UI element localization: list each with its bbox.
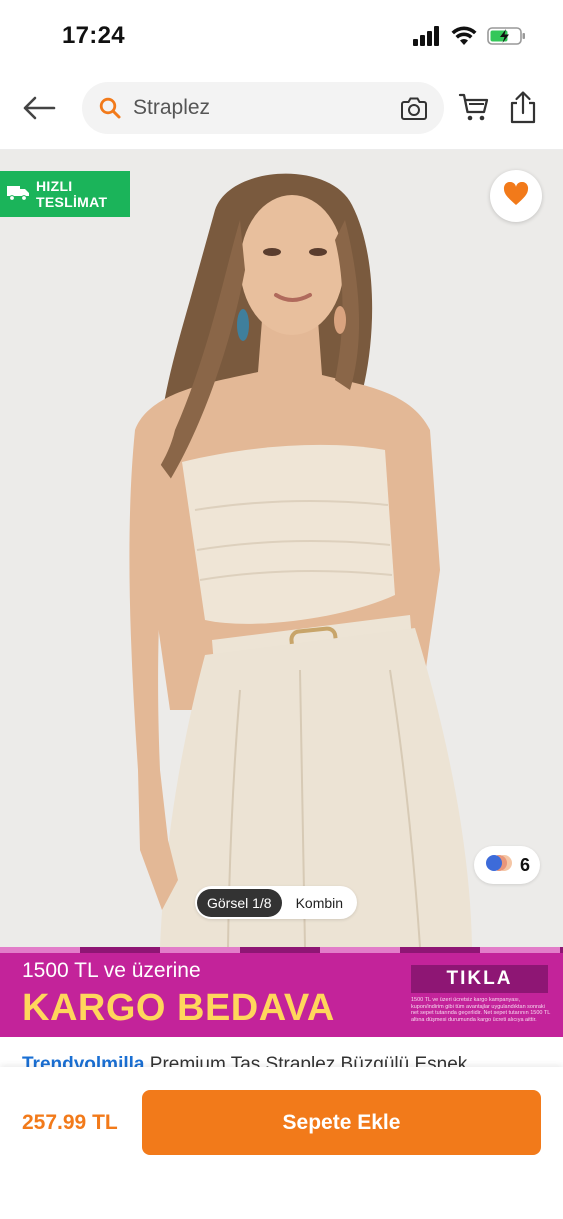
badge-line2: TESLİMAT bbox=[36, 194, 108, 210]
share-icon[interactable] bbox=[508, 90, 538, 129]
fast-delivery-label: HIZLI TESLİMAT bbox=[36, 178, 107, 210]
camera-icon[interactable] bbox=[400, 95, 428, 126]
bottom-action-bar: 257.99 TL Sepete Ekle bbox=[0, 1067, 563, 1219]
search-input[interactable]: Straplez bbox=[82, 82, 444, 134]
add-to-cart-button[interactable]: Sepete Ekle bbox=[142, 1090, 541, 1155]
status-icons bbox=[413, 26, 527, 51]
banner-cta-button[interactable]: TIKLA bbox=[411, 965, 548, 993]
top-nav-bar: Straplez bbox=[0, 72, 563, 150]
arrow-left-icon bbox=[22, 96, 56, 125]
product-title: Trendyolmilla Premium Taş Straplez Büzgü… bbox=[22, 1054, 542, 1067]
color-count: 6 bbox=[519, 854, 530, 875]
search-icon bbox=[98, 96, 122, 125]
truck-icon bbox=[6, 183, 30, 206]
color-options-button[interactable]: 6 bbox=[474, 846, 540, 884]
color-swatch-icon bbox=[484, 853, 514, 878]
product-photo bbox=[0, 150, 563, 947]
free-shipping-banner[interactable]: 1500 TL ve üzerine KARGO BEDAVA TIKLA 15… bbox=[0, 947, 563, 1037]
tab-outfit[interactable]: Kombin bbox=[282, 889, 355, 917]
wifi-icon bbox=[451, 26, 477, 51]
tab-gallery[interactable]: Görsel 1/8 bbox=[197, 888, 282, 917]
banner-stripe bbox=[0, 947, 563, 953]
product-brand[interactable]: Trendyolmilla bbox=[22, 1054, 144, 1067]
banner-title: KARGO BEDAVA bbox=[22, 987, 335, 1029]
favorite-button[interactable] bbox=[490, 170, 542, 222]
product-image[interactable]: HIZLI TESLİMAT 6 Görsel 1/8 Kombin bbox=[0, 150, 563, 947]
cart-icon[interactable] bbox=[458, 91, 490, 128]
status-bar: 17:24 bbox=[0, 0, 563, 72]
fast-delivery-badge: HIZLI TESLİMAT bbox=[0, 171, 130, 217]
product-price: 257.99 TL bbox=[22, 1111, 118, 1134]
badge-line1: HIZLI bbox=[36, 178, 73, 194]
back-button[interactable] bbox=[18, 92, 60, 128]
image-tabs: Görsel 1/8 Kombin bbox=[195, 886, 358, 919]
signal-icon bbox=[413, 26, 441, 51]
battery-charging-icon bbox=[487, 26, 527, 51]
search-query: Straplez bbox=[133, 96, 211, 119]
status-time: 17:24 bbox=[62, 22, 125, 49]
banner-fine-print: 1500 TL ve üzeri ücretsiz kargo kampanya… bbox=[411, 997, 551, 1023]
banner-subtitle: 1500 TL ve üzerine bbox=[22, 959, 201, 982]
heart-icon bbox=[503, 181, 529, 211]
product-name: Premium Taş Straplez Büzgülü Esnek bbox=[149, 1054, 468, 1067]
